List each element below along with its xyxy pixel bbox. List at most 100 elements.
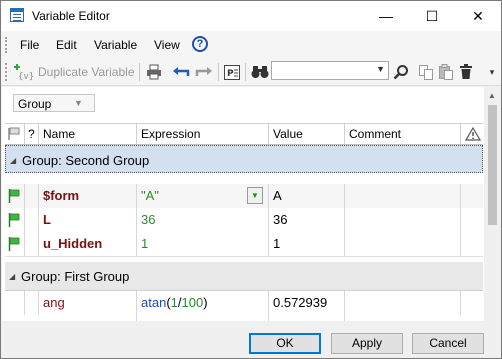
menu-edit[interactable]: Edit [56,38,77,52]
variable-name[interactable]: L [39,208,137,232]
copy-button[interactable] [418,63,434,81]
variable-comment[interactable] [345,291,461,315]
header-value[interactable]: Value [269,124,345,144]
duplicate-variable-button[interactable]: {v} [13,63,35,81]
chevron-down-icon[interactable]: ▼ [376,64,385,74]
maximize-button[interactable]: ☐ [409,1,455,31]
variable-expression[interactable]: 36 [137,208,269,232]
properties-button[interactable]: P [223,63,241,81]
collapse-triangle-icon[interactable]: ◢ [10,156,16,165]
table-row[interactable]: ang atan(1/100) 0.572939 [5,291,483,316]
row-flag-cell[interactable] [5,184,25,208]
toolbar: {v} Duplicate Variable P ▼ ▾ [1,59,501,86]
group-by-value: Group [18,97,52,111]
expression-paren-close: ) [203,295,208,310]
maximize-icon: ☐ [425,7,439,24]
close-icon: ✕ [472,7,484,24]
header-help-column[interactable]: ? [25,124,39,144]
printer-icon [147,64,161,80]
group-row-second-group[interactable]: ◢ Group: Second Group [5,145,483,173]
group-title: Group: First Group [21,269,130,284]
variable-expression[interactable]: 1 [137,232,269,256]
menu-bar: File Edit Variable View ? [1,31,501,59]
toolbar-separator [139,63,140,81]
scrollbar-thumb[interactable] [488,105,497,225]
duplicate-variable-label[interactable]: Duplicate Variable [38,65,135,79]
print-button[interactable] [145,63,163,81]
row-help-cell [25,184,39,208]
expression-text: "A" [141,188,159,203]
delete-button[interactable] [458,63,474,81]
minimize-icon: — [379,8,393,24]
title-bar: Variable Editor — ☐ ✕ [1,1,501,31]
undo-button[interactable] [171,63,191,81]
row-warning-cell [461,232,483,256]
menu-variable[interactable]: Variable [94,38,137,52]
search-button[interactable] [391,63,411,81]
table-row[interactable]: L 36 36 [5,208,483,233]
group-row-first-group[interactable]: ◢ Group: First Group [5,262,483,291]
header-warning-column[interactable] [461,124,483,144]
variable-expression[interactable]: "A" ▼ [137,184,269,208]
menu-view[interactable]: View [154,38,180,52]
search-combo[interactable]: ▼ [271,61,389,80]
cancel-button[interactable]: Cancel [412,333,484,354]
find-button[interactable] [250,63,270,81]
variable-comment[interactable] [345,232,461,256]
scroll-up-icon[interactable]: ▲ [488,91,496,100]
collapse-triangle-icon[interactable]: ◢ [9,272,15,281]
properties-icon: P [224,64,240,80]
window-title: Variable Editor [32,9,110,23]
redo-button[interactable] [194,63,214,81]
variable-name[interactable]: ang [39,291,137,315]
search-icon [393,65,408,80]
row-warning-cell [461,184,483,208]
row-flag-cell[interactable] [5,232,25,256]
new-variable-icon: {v} [14,64,34,81]
header-expression[interactable]: Expression [137,124,269,144]
toolbar-separator [218,63,219,81]
row-warning-cell [461,291,483,315]
variable-name[interactable]: $form [39,184,137,208]
help-icon[interactable]: ? [192,36,208,52]
table-row[interactable]: $form "A" ▼ A [5,184,483,209]
warning-icon [464,126,482,141]
menu-file[interactable]: File [20,38,39,52]
header-flag-column[interactable] [5,124,25,144]
paste-button[interactable] [438,63,454,81]
paste-icon [439,64,453,80]
expression-number: 1 [170,295,178,310]
trash-icon [460,64,472,79]
close-button[interactable]: ✕ [455,1,501,31]
svg-text:P: P [227,69,234,79]
variable-editor-window: Variable Editor — ☐ ✕ File Edit Variable… [0,0,502,359]
binoculars-icon [251,66,269,78]
vertical-scrollbar[interactable]: ▲ [484,87,501,321]
row-flag-cell[interactable] [5,291,25,315]
chevron-down-icon: ▼ [74,98,83,108]
copy-icon [419,64,433,80]
minimize-button[interactable]: — [363,1,409,31]
toolbar-overflow-icon[interactable]: ▾ [487,63,497,81]
flag-icon [8,237,20,251]
variable-value: 36 [269,208,345,232]
variable-comment[interactable] [345,184,461,208]
menubar-grip[interactable] [5,37,10,53]
header-comment[interactable]: Comment [345,124,461,144]
group-title: Group: Second Group [22,153,150,168]
header-name[interactable]: Name [39,124,137,144]
variable-value: 0.572939 [269,291,345,315]
dialog-button-bar: OK Apply Cancel [1,321,501,358]
flag-icon [8,213,20,227]
chevron-down-icon[interactable]: ▼ [247,187,263,204]
table-row[interactable]: u_Hidden 1 1 [5,232,483,257]
group-by-dropdown[interactable]: Group ▼ [13,94,95,112]
toolbar-separator [245,63,246,81]
variable-name[interactable]: u_Hidden [39,232,137,256]
toolbar-grip[interactable] [5,63,10,81]
apply-button[interactable]: Apply [331,333,403,354]
ok-button[interactable]: OK [249,333,321,354]
row-flag-cell[interactable] [5,208,25,232]
variable-expression[interactable]: atan(1/100) [137,291,269,315]
variable-comment[interactable] [345,208,461,232]
